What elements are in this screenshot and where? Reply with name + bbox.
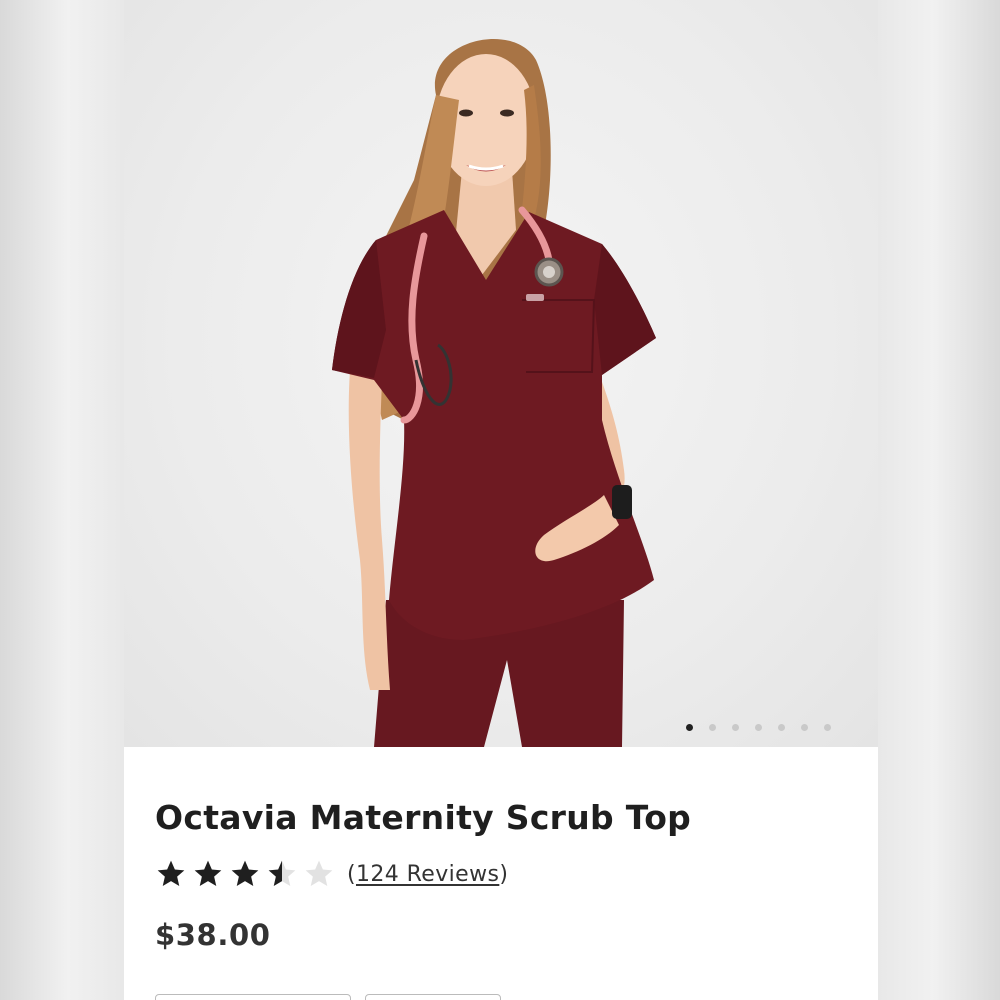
star-empty-icon — [305, 860, 333, 886]
product-title: Octavia Maternity Scrub Top — [155, 798, 692, 837]
pagination-dot[interactable] — [824, 724, 831, 731]
product-card: Octavia Maternity Scrub Top (124 Reviews… — [124, 0, 878, 1000]
star-icon — [194, 860, 222, 886]
star-icon — [157, 860, 185, 886]
reviews-count-label: 124 Reviews — [355, 862, 500, 887]
product-rating: (124 Reviews) — [155, 858, 575, 894]
option-button-2[interactable] — [365, 994, 501, 1000]
image-pagination — [124, 720, 878, 734]
pagination-dot[interactable] — [755, 724, 762, 731]
reviews-link[interactable]: (124 Reviews) — [347, 862, 508, 887]
option-button-1[interactable] — [155, 994, 351, 1000]
star-half-icon — [268, 860, 296, 886]
background-left — [0, 0, 124, 1000]
pagination-dot[interactable] — [732, 724, 739, 731]
product-image[interactable] — [124, 0, 878, 747]
pagination-dot[interactable] — [686, 724, 693, 731]
pagination-dot[interactable] — [778, 724, 785, 731]
background-right — [878, 0, 1000, 1000]
reviews-close-paren: ) — [499, 862, 509, 887]
pagination-dot[interactable] — [709, 724, 716, 731]
star-icon — [231, 860, 259, 886]
product-price: $38.00 — [155, 918, 271, 952]
model-illustration — [332, 38, 656, 747]
reviews-open-paren: ( — [347, 862, 356, 887]
pagination-dot[interactable] — [801, 724, 808, 731]
